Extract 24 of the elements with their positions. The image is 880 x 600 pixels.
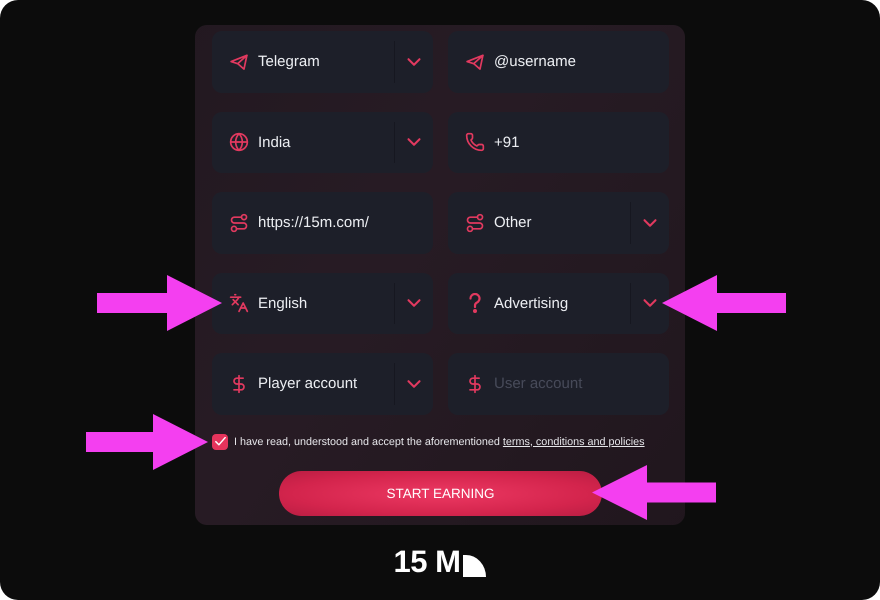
dropdown-field[interactable]: Telegram (212, 31, 433, 92)
dropdown-field[interactable]: Other (448, 192, 669, 254)
checkmark-icon (214, 437, 226, 446)
dropdown-field[interactable]: India (212, 112, 433, 173)
logo-text: 15 M (394, 546, 460, 577)
phone-icon (465, 132, 485, 152)
question-mark-icon (469, 293, 481, 314)
logo-mark-icon (463, 555, 486, 577)
translate-icon (229, 293, 249, 314)
input-field[interactable]: +91 (448, 112, 669, 173)
checkbox[interactable] (212, 434, 228, 450)
start-earning-button[interactable]: START EARNING (279, 470, 602, 516)
input-field[interactable]: https://15m.com/ (212, 192, 433, 254)
terms-link[interactable]: terms, conditions and policies (502, 436, 645, 448)
route-icon (465, 212, 485, 233)
input-field[interactable]: @username (448, 31, 669, 92)
paper-plane-icon (465, 52, 485, 72)
route-icon (229, 212, 249, 233)
dropdown-field[interactable]: English (212, 272, 433, 334)
agreement-text: I have read, understood and accept the aforementioned terms, conditions and policies (234, 436, 645, 448)
globe-icon (229, 132, 249, 152)
dropdown-field[interactable]: Advertising (448, 272, 669, 334)
dropdown-field[interactable]: Player account (212, 353, 433, 414)
paper-plane-icon (229, 52, 249, 72)
